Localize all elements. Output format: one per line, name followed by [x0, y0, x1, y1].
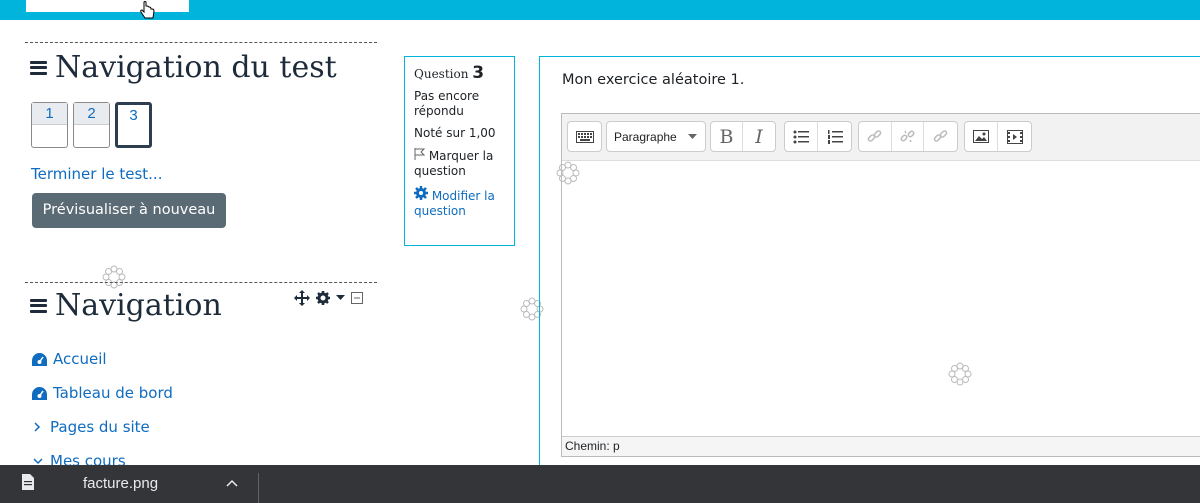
top-header-bar — [0, 0, 1200, 20]
site-nav-title: Navigation — [30, 288, 222, 323]
question-text: Mon exercice aléatoire 1. — [562, 72, 745, 88]
download-file-name[interactable]: facture.png — [83, 475, 158, 492]
link-button[interactable] — [859, 122, 892, 151]
media-button[interactable] — [998, 122, 1031, 151]
editor-path-bar: Chemin: p — [562, 436, 1200, 456]
numbered-list-icon — [827, 129, 843, 144]
link-icon — [868, 130, 882, 142]
nav-item-accueil[interactable]: Accueil — [31, 350, 107, 368]
list-group — [784, 121, 852, 152]
numbered-list-button[interactable] — [818, 122, 851, 151]
loading-spinner-icon — [948, 362, 972, 386]
editor-toolbar: Paragraphe B I — [562, 114, 1200, 161]
download-bar: facture.png — [0, 465, 1200, 503]
link-group — [858, 121, 958, 152]
question-nav-button-2[interactable]: 2 — [73, 102, 110, 148]
chevron-right-icon — [34, 422, 41, 432]
bold-button[interactable]: B — [711, 122, 743, 151]
video-icon — [1006, 129, 1023, 144]
question-status: Pas encore répondu — [414, 89, 480, 118]
question-heading: Question 3 — [414, 63, 514, 83]
hand-cursor-icon — [140, 1, 155, 19]
hamburger-icon[interactable] — [30, 60, 47, 75]
paragraph-select[interactable]: Paragraphe — [606, 121, 706, 152]
edit-question-link[interactable]: Modifier la question — [414, 186, 514, 219]
gear-icon[interactable] — [316, 291, 330, 305]
nav-item-tableau-de-bord[interactable]: Tableau de bord — [31, 384, 173, 402]
question-number: 2 — [74, 103, 109, 125]
unlink-icon — [900, 130, 915, 143]
question-grade: Noté sur 1,00 — [414, 126, 496, 140]
finish-quiz-link[interactable]: Terminer le test... — [31, 165, 162, 183]
image-icon — [973, 130, 989, 143]
question-nav-button-3[interactable]: 3 — [115, 102, 152, 148]
italic-button[interactable]: I — [743, 122, 775, 151]
question-info-panel: Question 3 Pas encore répondu Noté sur 1… — [404, 56, 515, 246]
download-divider — [258, 473, 259, 503]
search-field[interactable] — [26, 0, 189, 12]
anchor-button[interactable] — [924, 122, 957, 151]
question-number: 1 — [32, 103, 67, 125]
text-editor: Paragraphe B I Chemin: p — [561, 113, 1200, 457]
paragraph-select-label: Paragraphe — [614, 129, 677, 144]
toolbar-toggle-group — [567, 121, 602, 152]
move-icon[interactable] — [294, 290, 310, 306]
flag-label: Marquer la question — [414, 149, 494, 178]
quiz-nav-title-text: Navigation du test — [55, 50, 337, 85]
block-divider — [25, 42, 377, 43]
collapse-icon[interactable] — [351, 292, 363, 304]
editor-content[interactable] — [562, 162, 1200, 436]
question-navigation: 1 2 3 — [31, 102, 152, 148]
flag-question[interactable]: Marquer la question — [414, 148, 514, 179]
image-button[interactable] — [965, 122, 998, 151]
unlink-button[interactable] — [892, 122, 925, 151]
question-label: Question — [414, 67, 469, 81]
dashboard-icon — [32, 386, 47, 400]
chevron-up-icon[interactable] — [226, 479, 238, 487]
nav-item-label: Pages du site — [50, 418, 150, 436]
flag-icon — [414, 148, 426, 160]
anchor-link-icon — [933, 130, 948, 142]
nav-item-label: Accueil — [53, 350, 107, 368]
quiz-nav-title: Navigation du test — [30, 50, 337, 85]
bullet-list-icon — [793, 130, 809, 143]
format-group: B I — [710, 121, 776, 152]
caret-down-icon[interactable] — [336, 295, 345, 301]
preview-again-button[interactable]: Prévisualiser à nouveau — [32, 193, 226, 228]
hamburger-icon[interactable] — [30, 298, 47, 313]
nav-item-label: Tableau de bord — [53, 384, 173, 402]
site-nav-title-text: Navigation — [55, 288, 222, 323]
gear-icon — [414, 186, 428, 200]
question-number: 3 — [472, 63, 485, 83]
block-divider — [25, 282, 377, 283]
caret-down-icon — [688, 133, 697, 139]
block-controls — [294, 290, 363, 306]
dashboard-icon — [32, 352, 47, 366]
toolbar-toggle-button[interactable] — [568, 122, 601, 151]
nav-item-pages-du-site[interactable]: Pages du site — [31, 418, 150, 436]
keyboard-icon — [575, 130, 594, 143]
file-icon — [22, 474, 34, 490]
media-group — [964, 121, 1032, 152]
question-number: 3 — [118, 105, 149, 127]
bullet-list-button[interactable] — [785, 122, 818, 151]
question-nav-button-1[interactable]: 1 — [31, 102, 68, 148]
loading-spinner-icon — [556, 161, 580, 185]
loading-spinner-icon — [102, 265, 126, 289]
